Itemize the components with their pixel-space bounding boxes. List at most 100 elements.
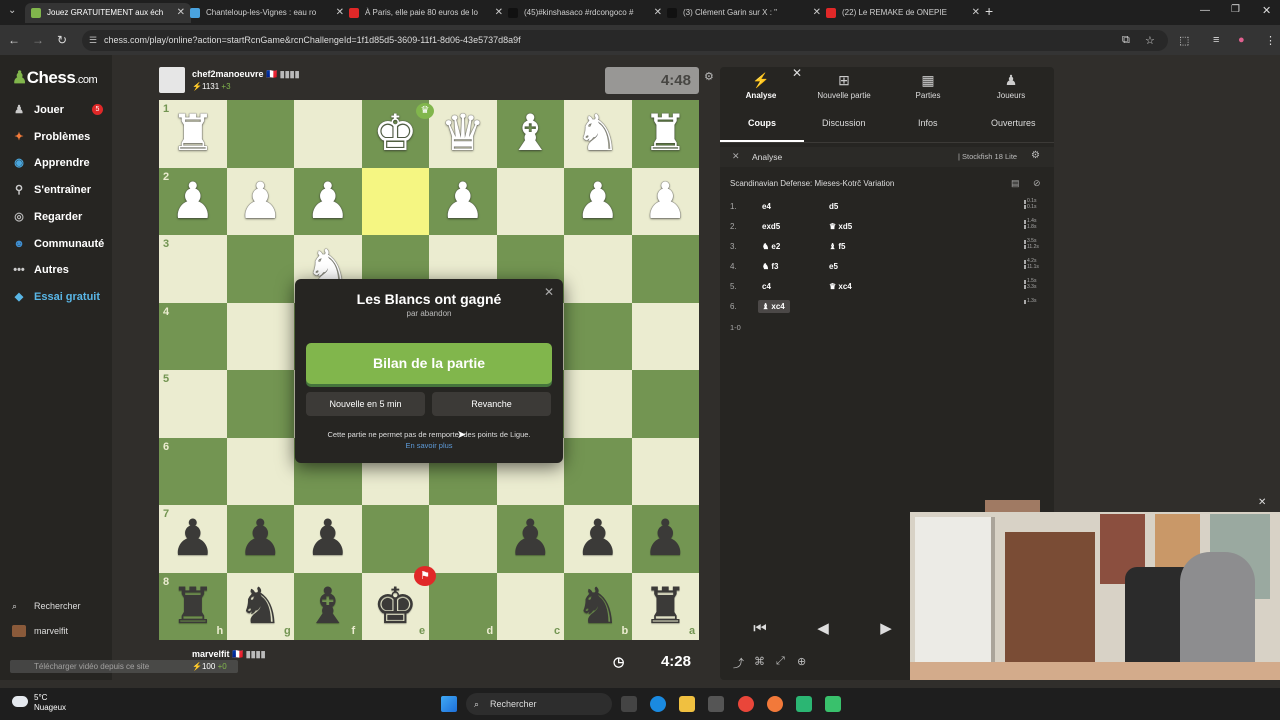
black-piece[interactable]: ♜	[159, 573, 227, 641]
black-piece[interactable]: ♟	[632, 505, 700, 573]
sidebar-item-communaut-[interactable]: ☻ Communauté	[12, 236, 104, 252]
white-piece[interactable]: ♟	[632, 168, 700, 236]
chrome-icon[interactable]	[738, 696, 754, 712]
white-move[interactable]: exd5	[762, 222, 780, 231]
previous-move-button[interactable]: ◀	[795, 616, 851, 642]
chess-logo[interactable]: ♟Chess.com	[12, 68, 98, 88]
board-square[interactable]	[631, 235, 699, 303]
board-square[interactable]	[564, 370, 632, 438]
black-piece[interactable]: ♟	[497, 505, 565, 573]
board-square[interactable]	[226, 235, 294, 303]
black-move[interactable]: ♝ f5	[829, 242, 846, 251]
app-icon[interactable]	[825, 696, 841, 712]
subtab[interactable]: Ouvertures	[991, 118, 1036, 128]
sidebar-item-jouer[interactable]: ♟ Jouer	[12, 102, 64, 118]
top-player-avatar[interactable]	[159, 67, 185, 93]
subtab[interactable]: Discussion	[822, 118, 866, 128]
task-view-icon[interactable]	[621, 696, 637, 712]
board-square[interactable]	[564, 437, 632, 505]
black-piece[interactable]: ♟	[564, 505, 632, 573]
browser-tab[interactable]: Chanteloup-les-Vignes : eau ro ✕	[184, 3, 350, 23]
book-icon[interactable]: ▤	[1011, 178, 1020, 189]
board-square[interactable]	[361, 505, 429, 573]
close-panel-icon[interactable]: ✕	[792, 66, 802, 80]
minimize-icon[interactable]: —	[1200, 5, 1210, 16]
reload-icon[interactable]: ↻	[54, 33, 70, 47]
white-piece[interactable]: ♝	[497, 100, 565, 168]
first-move-button[interactable]: ⏮	[732, 616, 788, 642]
store-icon[interactable]	[708, 696, 724, 712]
board-square[interactable]	[631, 437, 699, 505]
board-square[interactable]	[294, 100, 362, 168]
white-move[interactable]: c4	[762, 282, 771, 291]
sidebar-user[interactable]: marvelfit	[12, 625, 68, 637]
board-square[interactable]	[564, 302, 632, 370]
board-square[interactable]	[226, 370, 294, 438]
profile-icon[interactable]: ●	[1238, 34, 1245, 46]
black-piece[interactable]: ♞	[564, 573, 632, 641]
new-game-button[interactable]: Nouvelle en 5 min	[306, 392, 425, 416]
cast-icon[interactable]: ⧉	[1122, 34, 1130, 47]
close-window-icon[interactable]: ✕	[1262, 4, 1271, 17]
sidebar-item-regarder[interactable]: ◎ Regarder	[12, 209, 82, 225]
board-square[interactable]	[226, 302, 294, 370]
engine-settings-icon[interactable]: ⚙	[1031, 150, 1040, 161]
black-piece[interactable]: ♞	[227, 573, 295, 641]
board-square[interactable]	[429, 505, 497, 573]
sidebar-item-autres[interactable]: ••• Autres	[12, 262, 69, 278]
white-piece[interactable]: ♜	[632, 100, 700, 168]
rematch-button[interactable]: Revanche	[432, 392, 551, 416]
url-field[interactable]: ☰ chess.com/play/online?action=startRcnG…	[82, 30, 1168, 51]
board-square[interactable]	[631, 370, 699, 438]
sidebar-item-apprendre[interactable]: ◉ Apprendre	[12, 155, 89, 171]
bottom-player-name[interactable]: marvelfit 🇫🇷 ▮▮▮▮	[192, 649, 266, 660]
expand-icon[interactable]: ⤢	[776, 655, 785, 668]
board-square[interactable]	[496, 167, 564, 235]
windows-start-icon[interactable]	[441, 696, 457, 712]
white-piece[interactable]: ♞	[564, 100, 632, 168]
subtab[interactable]: Coups	[748, 118, 776, 128]
board-square[interactable]	[159, 235, 227, 303]
white-move[interactable]: ♝ xc4	[762, 302, 785, 311]
game-review-button[interactable]: Bilan de la partie	[306, 343, 552, 384]
browser-tab[interactable]: (3) Clément Garin sur X : " ✕	[661, 3, 827, 23]
file-explorer-icon[interactable]	[679, 696, 695, 712]
panel-tab[interactable]: ♟ Joueurs	[978, 72, 1044, 100]
camera-icon[interactable]: ⌘	[754, 655, 765, 668]
tab-list-icon[interactable]: ⌄	[8, 5, 16, 16]
close-tab-icon[interactable]: ✕	[972, 3, 980, 23]
learn-more-link[interactable]: En savoir plus	[295, 441, 563, 450]
white-move[interactable]: ♞ f3	[762, 262, 779, 271]
panel-tab[interactable]: ▦ Parties	[895, 72, 961, 100]
black-piece[interactable]: ♜	[632, 573, 700, 641]
board-square[interactable]	[631, 302, 699, 370]
black-move[interactable]: ♛ xc4	[829, 282, 852, 291]
bookmark-star-icon[interactable]: ☆	[1145, 34, 1155, 47]
board-square[interactable]	[564, 235, 632, 303]
white-piece[interactable]: ♟	[294, 168, 362, 236]
sidebar-item-probl-mes[interactable]: ✦ Problèmes	[12, 129, 90, 145]
white-piece[interactable]: ♟	[564, 168, 632, 236]
media-icon[interactable]: ≡	[1213, 34, 1219, 46]
black-piece[interactable]: ♝	[294, 573, 362, 641]
black-move[interactable]: d5	[829, 202, 838, 211]
white-move[interactable]: ♞ e2	[762, 242, 780, 251]
taskbar-search[interactable]: ⌕ Rechercher	[466, 693, 612, 715]
back-icon[interactable]: ←	[6, 33, 22, 47]
sidebar-item-s-entra-ner[interactable]: ⚲ S'entraîner	[12, 182, 91, 198]
black-move[interactable]: ♛ xd5	[829, 222, 852, 231]
board-settings-icon[interactable]: ⚙	[704, 70, 714, 83]
next-move-button[interactable]: ▶	[858, 616, 914, 642]
edge-icon[interactable]	[650, 696, 666, 712]
extensions-icon[interactable]: ⬚	[1179, 34, 1189, 47]
panel-tab[interactable]: ⊞ Nouvelle partie	[811, 72, 877, 100]
black-piece[interactable]: ♟	[227, 505, 295, 573]
white-piece[interactable]: ♟	[429, 168, 497, 236]
sidebar-search[interactable]: ⌕ Rechercher	[12, 600, 81, 612]
board-square[interactable]	[226, 437, 294, 505]
info-icon[interactable]: ⊘	[1033, 178, 1041, 189]
browser-tab[interactable]: À Paris, elle paie 80 euros de lo ✕	[343, 3, 509, 23]
browser-menu-icon[interactable]: ⋮	[1265, 34, 1276, 47]
app-icon[interactable]	[796, 696, 812, 712]
close-webcam-icon[interactable]: ✕	[1258, 497, 1266, 508]
